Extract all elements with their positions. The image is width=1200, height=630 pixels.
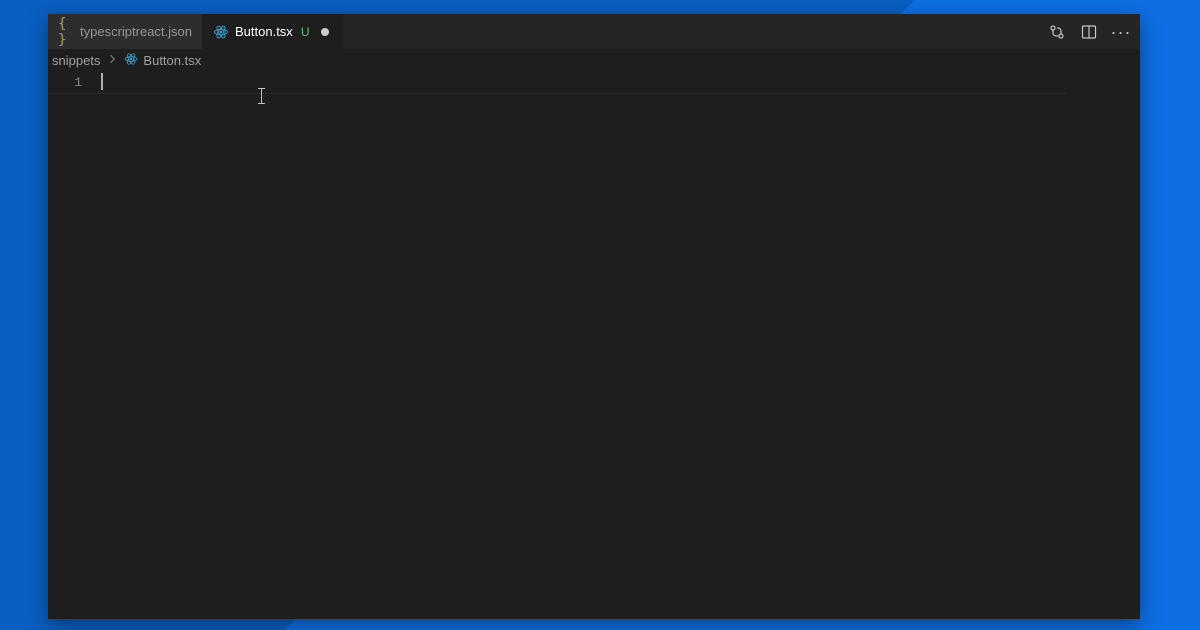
tab-bar-spacer xyxy=(343,14,1038,49)
tab-bar: { } typescriptreact.json Button.tsx U xyxy=(48,14,1140,49)
tabs: { } typescriptreact.json Button.tsx U xyxy=(48,14,343,49)
line-number-gutter: 1 xyxy=(48,71,100,619)
chevron-right-icon xyxy=(106,53,118,68)
react-icon xyxy=(213,24,229,40)
react-icon xyxy=(124,52,138,69)
breadcrumb-segment-snippets[interactable]: snippets xyxy=(52,53,100,68)
breadcrumb-segment-button-tsx[interactable]: Button.tsx xyxy=(124,52,201,69)
split-editor-button[interactable] xyxy=(1080,23,1098,41)
minimap[interactable] xyxy=(1066,71,1140,619)
breadcrumb-label: snippets xyxy=(52,53,100,68)
more-actions-button[interactable]: ··· xyxy=(1112,23,1130,41)
tab-button-tsx[interactable]: Button.tsx U xyxy=(203,14,343,49)
tab-typescriptreact-json[interactable]: { } typescriptreact.json xyxy=(48,14,203,49)
git-status-untracked: U xyxy=(301,25,310,39)
compare-changes-button[interactable] xyxy=(1048,23,1066,41)
editor: 1 xyxy=(48,71,1140,619)
breadcrumb-label: Button.tsx xyxy=(143,53,201,68)
vscode-editor-window: { } typescriptreact.json Button.tsx U xyxy=(48,14,1140,619)
code-editor[interactable] xyxy=(100,71,1066,619)
text-cursor-icon xyxy=(101,73,103,90)
editor-actions: ··· xyxy=(1038,14,1140,49)
json-icon: { } xyxy=(58,24,74,40)
line-number: 1 xyxy=(48,73,82,92)
tab-label: typescriptreact.json xyxy=(80,24,192,39)
unsaved-indicator-icon xyxy=(321,28,329,36)
breadcrumb: snippets Button.tsx xyxy=(48,49,1140,71)
tab-label: Button.tsx xyxy=(235,24,293,39)
